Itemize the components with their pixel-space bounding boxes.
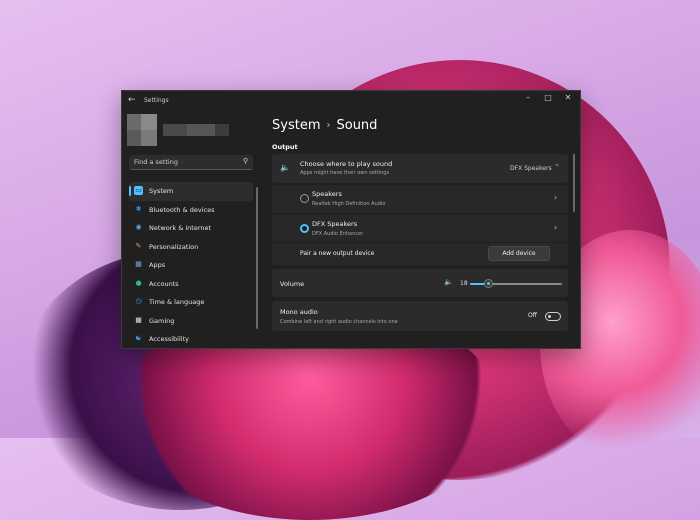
device-desc: DFX Audio Enhancer bbox=[312, 231, 364, 237]
section-title-output: Output bbox=[272, 143, 298, 151]
sidebar-item-label: Bluetooth & devices bbox=[149, 205, 215, 214]
apps-icon: ▦ bbox=[135, 260, 142, 268]
chevron-right-icon[interactable]: › bbox=[554, 223, 557, 232]
sidebar-item-network[interactable]: ◉ Network & internet bbox=[129, 219, 253, 238]
sidebar-item-label: Accessibility bbox=[149, 335, 189, 343]
volume-label: Volume bbox=[280, 280, 305, 288]
sidebar-item-label: Personalization bbox=[149, 242, 199, 251]
sidebar-item-personalization[interactable]: ✎ Personalization bbox=[129, 238, 253, 257]
app-title: Settings bbox=[144, 97, 169, 104]
sidebar-item-label: Gaming bbox=[149, 316, 175, 325]
mono-state: Off bbox=[528, 312, 537, 319]
chevron-up-icon[interactable]: ⌃ bbox=[554, 163, 560, 171]
sidebar-item-apps[interactable]: ▦ Apps bbox=[129, 256, 253, 275]
mono-audio-toggle[interactable] bbox=[545, 312, 561, 321]
volume-card: Volume 🔈 18 bbox=[272, 269, 568, 297]
device-name: DFX Speakers bbox=[312, 220, 358, 228]
device-name: Speakers bbox=[312, 190, 342, 198]
sidebar-item-label: Apps bbox=[149, 261, 166, 269]
sidebar-item-gaming[interactable]: ■ Gaming bbox=[129, 312, 253, 331]
minimize-icon[interactable]: – bbox=[520, 93, 536, 102]
sidebar-item-label: Time & language bbox=[149, 298, 205, 306]
system-icon: ▭ bbox=[134, 186, 143, 195]
brush-icon: ✎ bbox=[135, 241, 142, 250]
output-device-option[interactable]: DFX Speakers DFX Audio Enhancer › bbox=[272, 215, 568, 242]
search-icon[interactable]: ⚲ bbox=[243, 157, 248, 165]
search-box[interactable]: Find a setting ⚲ bbox=[129, 155, 253, 170]
sidebar-item-time-language[interactable]: ◷ Time & language bbox=[129, 293, 253, 312]
selected-output-device: DFX Speakers bbox=[510, 165, 552, 172]
accessibility-icon: ☯ bbox=[135, 334, 142, 342]
back-arrow-icon[interactable]: ← bbox=[128, 95, 136, 105]
mute-speaker-icon[interactable]: 🔈 bbox=[444, 278, 453, 286]
output-title: Choose where to play sound bbox=[300, 160, 393, 168]
settings-window: ← Settings – □ ✕ Find a setting ⚲ ▭ Syst… bbox=[121, 90, 581, 349]
breadcrumb-current: Sound bbox=[336, 118, 378, 133]
radio-speakers[interactable] bbox=[300, 194, 309, 203]
mono-title: Mono audio bbox=[280, 308, 318, 316]
output-device-selector[interactable]: 🔈 Choose where to play sound Apps might … bbox=[272, 154, 568, 183]
sidebar-item-system[interactable]: ▭ System bbox=[129, 182, 253, 201]
sidebar-item-label: Network & internet bbox=[149, 224, 212, 232]
pair-device-label: Pair a new output device bbox=[300, 250, 375, 257]
content-scrollbar[interactable] bbox=[573, 154, 575, 212]
person-icon: ● bbox=[135, 278, 142, 287]
output-device-option[interactable]: Speakers Realtek High Definition Audio › bbox=[272, 185, 568, 213]
pair-device-row: Pair a new output device Add device bbox=[272, 243, 568, 265]
sidebar-item-accessibility[interactable]: ☯ Accessibility bbox=[129, 330, 253, 348]
close-icon[interactable]: ✕ bbox=[560, 93, 576, 102]
account-avatar-blurred[interactable] bbox=[127, 114, 231, 146]
breadcrumb-parent[interactable]: System bbox=[272, 118, 320, 133]
search-placeholder: Find a setting bbox=[134, 158, 178, 166]
breadcrumb-chevron-icon: › bbox=[326, 120, 331, 131]
add-device-button[interactable]: Add device bbox=[488, 246, 550, 261]
device-desc: Realtek High Definition Audio bbox=[312, 201, 386, 207]
chevron-right-icon[interactable]: › bbox=[554, 193, 557, 202]
gamepad-icon: ■ bbox=[135, 315, 142, 324]
sidebar-item-accounts[interactable]: ● Accounts bbox=[129, 275, 253, 294]
mono-subtitle: Combine left and right audio channels in… bbox=[280, 319, 398, 325]
sidebar-item-label: Accounts bbox=[149, 279, 179, 288]
bluetooth-icon: ✱ bbox=[135, 204, 142, 213]
volume-value: 18 bbox=[460, 280, 468, 287]
sidebar-nav: ▭ System ✱ Bluetooth & devices ◉ Network… bbox=[129, 182, 253, 348]
sidebar-scrollbar[interactable] bbox=[256, 187, 258, 329]
volume-thumb[interactable] bbox=[484, 279, 493, 288]
wifi-icon: ◉ bbox=[135, 223, 142, 231]
radio-dfx-speakers[interactable] bbox=[300, 224, 309, 233]
output-subtitle: Apps might have their own settings bbox=[300, 170, 390, 176]
globe-clock-icon: ◷ bbox=[135, 297, 142, 305]
active-indicator bbox=[129, 186, 131, 196]
sidebar-item-label: System bbox=[149, 187, 174, 195]
mono-audio-card: Mono audio Combine left and right audio … bbox=[272, 301, 568, 331]
maximize-icon[interactable]: □ bbox=[540, 93, 556, 102]
sidebar-item-bluetooth[interactable]: ✱ Bluetooth & devices bbox=[129, 201, 253, 220]
page-title: System › Sound bbox=[272, 118, 377, 133]
title-bar: ← Settings – □ ✕ bbox=[122, 91, 580, 111]
speaker-icon: 🔈 bbox=[280, 163, 290, 172]
